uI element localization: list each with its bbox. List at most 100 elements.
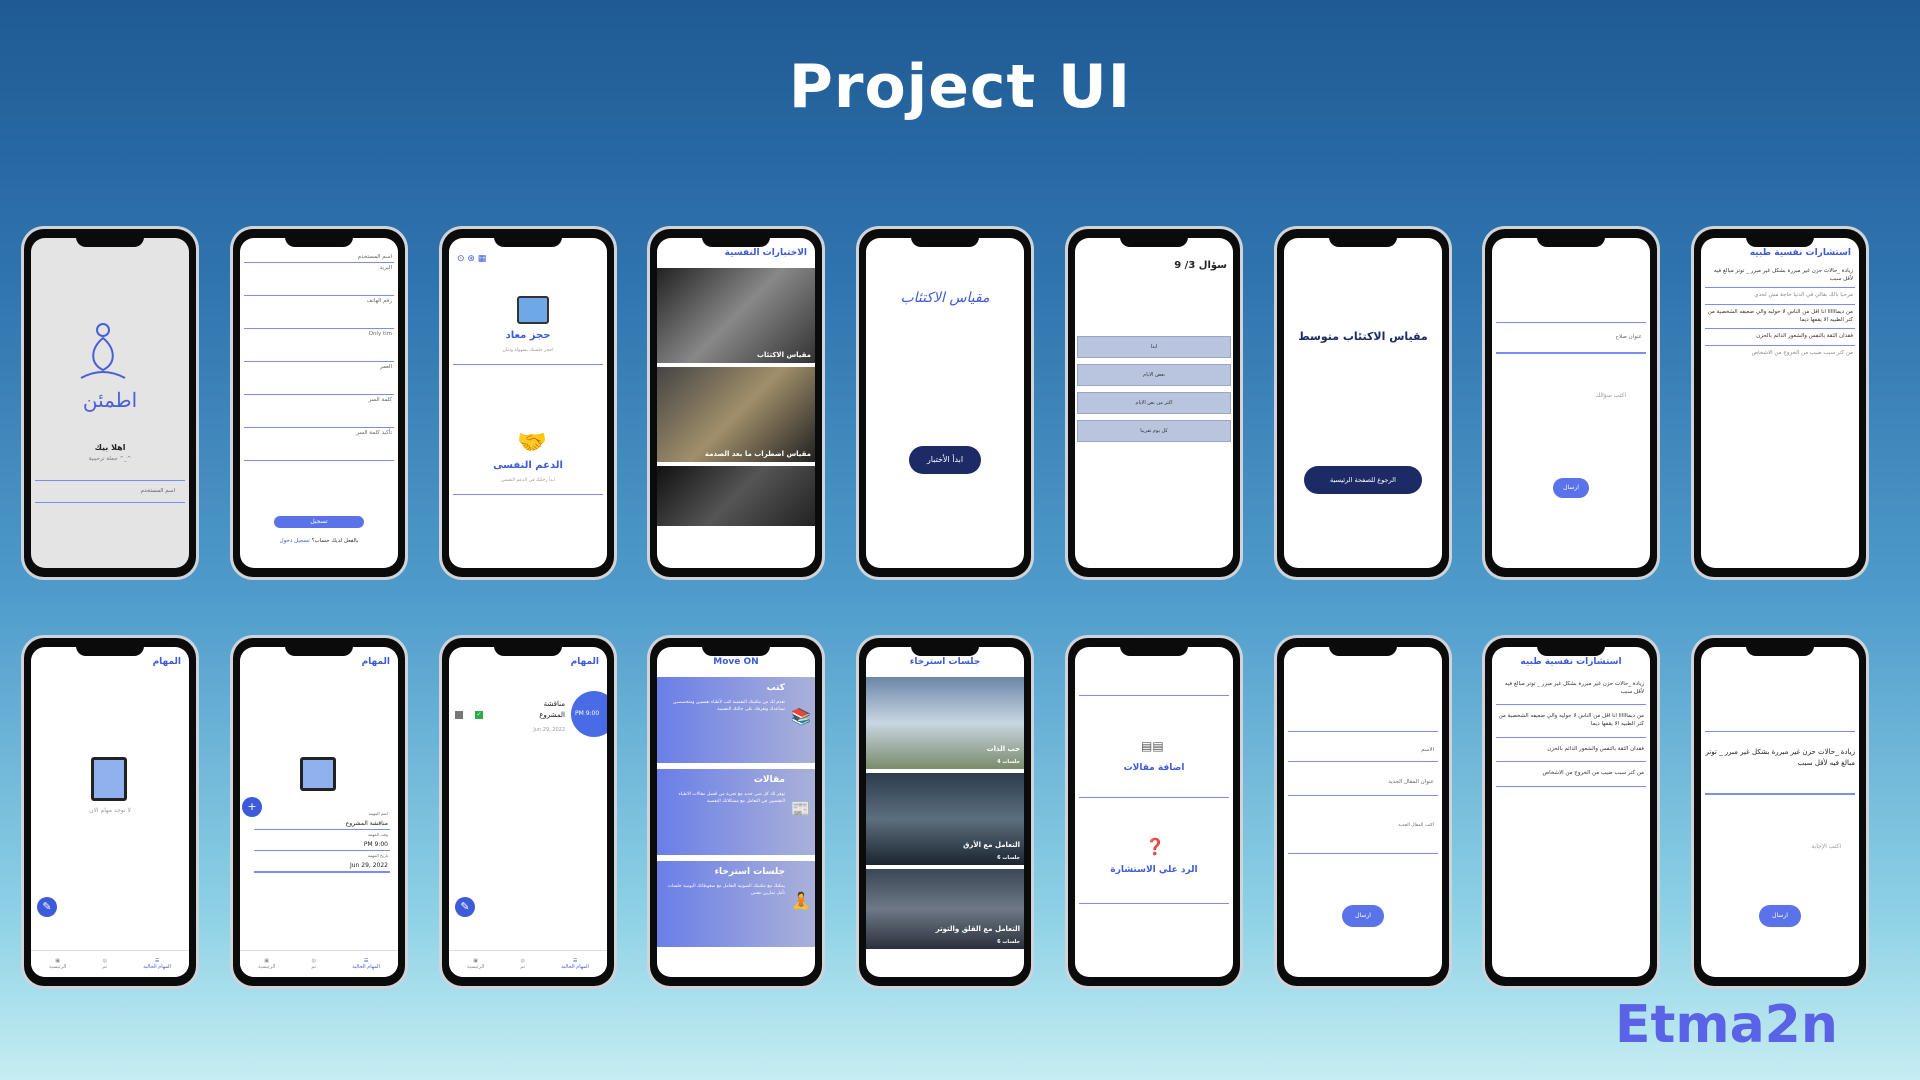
- clipboard-sleep-icon: [91, 757, 127, 801]
- tests-screen: الاختبارات النفسية مقياس الاكتئاب مقياس …: [657, 238, 815, 568]
- nav-home[interactable]: ▣ الرئيسية: [467, 958, 484, 970]
- register-button[interactable]: تسجيل: [274, 516, 364, 528]
- meditation-icon: 🧘: [791, 891, 811, 910]
- home-card-booking-title[interactable]: حجز معاد: [449, 330, 607, 341]
- question-text: صعوبة في النوم أو نوم متقطع أو النوم أكث…: [1081, 289, 1227, 297]
- consult-item[interactable]: زيادة _حالات حزن غير مبررة بشكل غير مبرر…: [1701, 264, 1859, 287]
- consult-item[interactable]: مرحبا بالك بقالي في الدنيا حاجة مش لحدي: [1701, 288, 1859, 304]
- edit-fab[interactable]: ✎: [37, 897, 57, 917]
- top-icons[interactable]: ⊙ ⊛ ▦: [457, 254, 486, 264]
- article-body-field[interactable]: اكتب المقال الجديد: [1398, 823, 1434, 828]
- relax-screen: جلسات استرخاء حب الذات 4 جلسات التعامل م…: [866, 647, 1024, 977]
- register-field[interactable]: تأكيد كلمة السر: [240, 428, 398, 460]
- reply-send-button[interactable]: ارسال: [1759, 905, 1801, 927]
- ask-send-button[interactable]: ارسال: [1553, 478, 1589, 498]
- register-field[interactable]: البريد: [240, 263, 398, 295]
- nav-done[interactable]: ◎ تم: [102, 958, 107, 970]
- answer-option[interactable]: بعض الايام: [1077, 364, 1231, 386]
- phone-splash: اطمئن اهلا بيك جملة ترحيبية ^_^ اسم المس…: [24, 229, 196, 577]
- consult-item[interactable]: فقدان الثقة بالنفس والشعور الدائم بالحزن: [1701, 329, 1859, 345]
- register-field[interactable]: رقم الهاتف: [240, 296, 398, 328]
- newspaper-icon: 📰: [791, 799, 811, 818]
- nav-current-tasks[interactable]: ☰ المهام الحالية: [143, 958, 171, 970]
- clipboard-sleep-icon: [300, 757, 336, 791]
- welcome-title: اهلا بيك: [94, 443, 126, 452]
- relax-card[interactable]: التعامل مع الأرق 6 جلسات: [866, 773, 1024, 865]
- start-test-button[interactable]: ابدأ الأختبار: [909, 446, 981, 474]
- answer-option[interactable]: ابدا: [1077, 336, 1231, 358]
- have-account-text: بالفعل لديك حساب؟: [311, 538, 359, 544]
- moveon-card-books[interactable]: كتب نقدم لك من مكتبتك النفسية كتب لأطباء…: [657, 677, 815, 763]
- home-card-support-title[interactable]: الدعم النفسى: [449, 460, 607, 471]
- nav-current-tasks[interactable]: ☰ المهام الحالية: [352, 958, 380, 970]
- ask-subject-field[interactable]: عنوان صلاح: [1615, 334, 1642, 340]
- ask-question-field[interactable]: اكتب سؤالك: [1595, 392, 1626, 399]
- nav-done[interactable]: ◎ تم: [520, 958, 525, 970]
- consult-item[interactable]: فقدان الثقة بالنفس والشعور الدائم بالحزن: [1492, 738, 1650, 762]
- nav-current-tasks[interactable]: ☰ المهام الحالية: [561, 958, 589, 970]
- articles-icon: ▤▤: [1141, 739, 1164, 753]
- relax-card[interactable]: حب الذات 4 جلسات: [866, 677, 1024, 769]
- register-field[interactable]: Only tim: [240, 329, 398, 361]
- test-card-depression[interactable]: مقياس الاكتئاب: [657, 268, 815, 363]
- reply-consult-button[interactable]: الرد علي الاستشارة: [1075, 865, 1233, 875]
- answer-option[interactable]: كل يوم تقريبا: [1077, 420, 1231, 442]
- result-body: نوصي بالعناية بصحتك النفسية وطلب الاستشا…: [1306, 377, 1434, 405]
- relax-card[interactable]: التعامل مع القلق والتوتر 6 جلسات: [866, 869, 1024, 949]
- test-card-ptsd[interactable]: مقياس اضطراب ما بعد الصدمة: [657, 367, 815, 462]
- register-field[interactable]: كلمة السر: [240, 395, 398, 427]
- article-name-field[interactable]: الاسم: [1421, 747, 1434, 753]
- task-name-input[interactable]: مناقشة المشروع: [250, 818, 394, 829]
- moveon-card-articles[interactable]: مقالات نوفر لك كل شي جديد مع تجربة من اف…: [657, 769, 815, 855]
- moveon-screen: Move ON كتب نقدم لك من مكتبتك النفسية كت…: [657, 647, 815, 977]
- empty-tasks-text: لا توجد مهام الان: [89, 807, 131, 814]
- register-field[interactable]: العمر: [240, 362, 398, 394]
- article-send-button[interactable]: ارسال: [1342, 905, 1384, 927]
- phone-test-intro: مقياس الاكتئاب برجاء قراءة جمل الاختبار …: [859, 229, 1031, 577]
- back-home-button[interactable]: الرجوع للصفحة الرئيسية: [1304, 466, 1422, 494]
- register-screen: اسم المستخدم البريد رقم الهاتف Only tim …: [240, 238, 398, 568]
- nav-home[interactable]: ▣ الرئيسية: [258, 958, 275, 970]
- answer-option[interactable]: اكثر من نص الايام: [1077, 392, 1231, 414]
- add-articles-button[interactable]: اضافة مقالات: [1075, 763, 1233, 773]
- nav-done[interactable]: ◎ تم: [311, 958, 316, 970]
- phone-article-form: الاسم عنوان المقال الجديد اكتب المقال ال…: [1277, 638, 1449, 986]
- reply-question-text: زيادة _حالات حزن غير مبررة بشكل غير مبرر…: [1705, 748, 1855, 768]
- reply-answer-field[interactable]: اكتب الإجابة: [1811, 843, 1841, 850]
- task-time-input[interactable]: PM 9:00: [250, 839, 394, 850]
- handshake-icon: 🤝: [517, 428, 547, 456]
- reply-screen: زيادة _حالات حزن غير مبررة بشكل غير مبرر…: [1701, 647, 1859, 977]
- task-date-input[interactable]: Jun 29, 2022: [250, 860, 394, 871]
- moveon-card-relax[interactable]: جلسات استرخاء يمكنك مع مكتبتك الصوتية ال…: [657, 861, 815, 947]
- consult-item[interactable]: من ديماااااا انا اقل من الناس لا حوليه و…: [1492, 705, 1650, 736]
- result-title: نتيجة الأختبار: [1328, 264, 1398, 279]
- task-title[interactable]: مناقشة المشروع: [525, 699, 565, 720]
- doctor-screen: ▤▤ اضافة مقالات ❓ الرد علي الاستشارة: [1075, 647, 1233, 977]
- consult-item[interactable]: من كتر سبب ضيب من الخروج من الاشخاص: [1701, 346, 1859, 362]
- app-logo-text: اطمئن: [82, 388, 138, 412]
- login-link[interactable]: تسجيل دخول: [280, 538, 310, 544]
- task-time-label: وقت المهمه: [368, 832, 388, 837]
- result-value: مقياس الاكتئاب متوسط: [1298, 330, 1428, 343]
- books-icon: 📚: [791, 707, 811, 726]
- edit-fab[interactable]: ✎: [455, 897, 475, 917]
- question-counter: سؤال 3/ 9: [1174, 260, 1227, 271]
- consult-list-screen: استشارات نفسية طبيه زيادة _حالات حزن غير…: [1701, 238, 1859, 568]
- article-title-field[interactable]: عنوان المقال الجديد: [1388, 779, 1434, 785]
- welcome-subtitle: جملة ترحيبية ^_^: [88, 456, 132, 462]
- nav-home[interactable]: ▣ الرئيسية: [49, 958, 66, 970]
- task-checkbox[interactable]: ✓: [475, 711, 483, 719]
- task-date: Jun 29, 2022: [533, 727, 565, 733]
- bottom-nav: ▣ الرئيسية ◎ تم ☰ المهام الحالية: [240, 950, 398, 977]
- username-field[interactable]: اسم المستخدم: [141, 488, 175, 494]
- test-intro-title: مقياس الاكتئاب: [900, 290, 990, 306]
- test-card-more[interactable]: [657, 466, 815, 526]
- splash-screen: اطمئن اهلا بيك جملة ترحيبية ^_^ اسم المس…: [31, 238, 189, 568]
- bottom-nav: ▣ الرئيسية ◎ تم ☰ المهام الحالية: [31, 950, 189, 977]
- tasks-add-screen: المهام + اسم المهمه مناقشة المشروع وقت ا…: [240, 647, 398, 977]
- task-delete-icon[interactable]: [455, 711, 463, 719]
- consult-item[interactable]: من ديماااااا انا اقل من الناس لا حوليه و…: [1701, 305, 1859, 328]
- consult-item[interactable]: من كتر سبب ضيب من الخروج من الاشخاص: [1492, 762, 1650, 786]
- consult-item[interactable]: زيادة _حالات حزن غير مبررة بشكل غير مبرر…: [1492, 673, 1650, 704]
- register-field[interactable]: اسم المستخدم: [240, 252, 398, 262]
